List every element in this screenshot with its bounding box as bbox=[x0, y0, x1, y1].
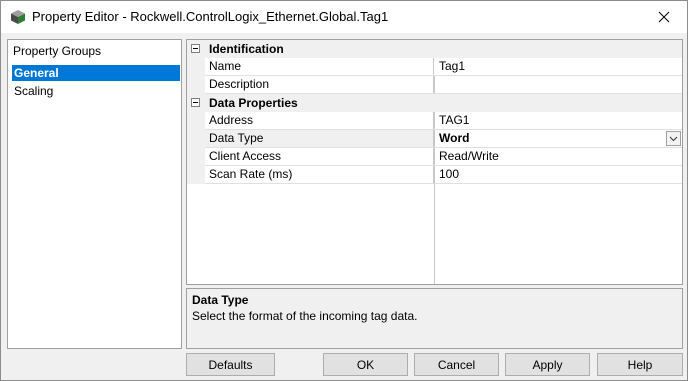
property-name: Client Access bbox=[205, 148, 434, 165]
row-gutter bbox=[187, 166, 205, 184]
property-name: Scan Rate (ms) bbox=[205, 166, 434, 183]
kepware-cube-icon bbox=[10, 9, 26, 25]
collapse-icon[interactable] bbox=[191, 98, 200, 107]
row-gutter bbox=[187, 112, 205, 130]
collapse-icon[interactable] bbox=[191, 44, 200, 53]
row-gutter bbox=[187, 130, 205, 148]
property-row-description[interactable]: Description bbox=[187, 76, 682, 94]
property-value[interactable] bbox=[435, 76, 682, 93]
cancel-button[interactable]: Cancel bbox=[414, 353, 499, 376]
group-item-scaling[interactable]: Scaling bbox=[12, 83, 180, 99]
description-pane: Data Type Select the format of the incom… bbox=[186, 288, 683, 349]
property-groups-panel: Property Groups General Scaling bbox=[7, 39, 182, 349]
row-gutter bbox=[187, 148, 205, 166]
property-row-address[interactable]: Address TAG1 bbox=[187, 112, 682, 130]
category-identification: Identification bbox=[187, 40, 682, 58]
property-name: Data Type bbox=[205, 130, 434, 147]
ok-button[interactable]: OK bbox=[323, 353, 408, 376]
help-button[interactable]: Help bbox=[597, 353, 683, 376]
description-text: Select the format of the incoming tag da… bbox=[192, 309, 418, 323]
property-name: Description bbox=[205, 76, 434, 93]
row-gutter bbox=[187, 58, 205, 76]
property-grid: Identification Name Tag1 Description Dat… bbox=[186, 39, 683, 285]
description-title: Data Type bbox=[192, 293, 249, 307]
title-bar: Property Editor - Rockwell.ControlLogix_… bbox=[1, 1, 687, 33]
close-icon bbox=[658, 11, 670, 23]
window-title: Property Editor - Rockwell.ControlLogix_… bbox=[32, 9, 389, 24]
property-value[interactable]: Read/Write bbox=[435, 148, 682, 165]
property-value[interactable]: 100 bbox=[435, 166, 682, 183]
property-value[interactable]: Tag1 bbox=[435, 58, 682, 75]
property-row-client-access[interactable]: Client Access Read/Write bbox=[187, 148, 682, 166]
property-row-name[interactable]: Name Tag1 bbox=[187, 58, 682, 76]
row-gutter bbox=[187, 76, 205, 94]
category-label: Identification bbox=[209, 42, 284, 56]
property-groups-header: Property Groups bbox=[13, 44, 102, 58]
property-name: Name bbox=[205, 58, 434, 75]
data-type-dropdown-button[interactable] bbox=[666, 131, 681, 146]
property-row-data-type[interactable]: Data Type Word bbox=[187, 130, 682, 148]
close-button[interactable] bbox=[641, 1, 687, 33]
property-name: Address bbox=[205, 112, 434, 129]
group-item-general[interactable]: General bbox=[12, 65, 180, 81]
property-value[interactable]: TAG1 bbox=[435, 112, 682, 129]
chevron-down-icon bbox=[669, 136, 678, 141]
property-editor-window: Property Editor - Rockwell.ControlLogix_… bbox=[0, 0, 688, 381]
category-data-properties: Data Properties bbox=[187, 94, 682, 112]
category-label: Data Properties bbox=[209, 96, 298, 110]
defaults-button[interactable]: Defaults bbox=[186, 353, 275, 376]
apply-button[interactable]: Apply bbox=[505, 353, 590, 376]
property-row-scan-rate[interactable]: Scan Rate (ms) 100 bbox=[187, 166, 682, 184]
data-type-select[interactable]: Word bbox=[435, 130, 682, 147]
